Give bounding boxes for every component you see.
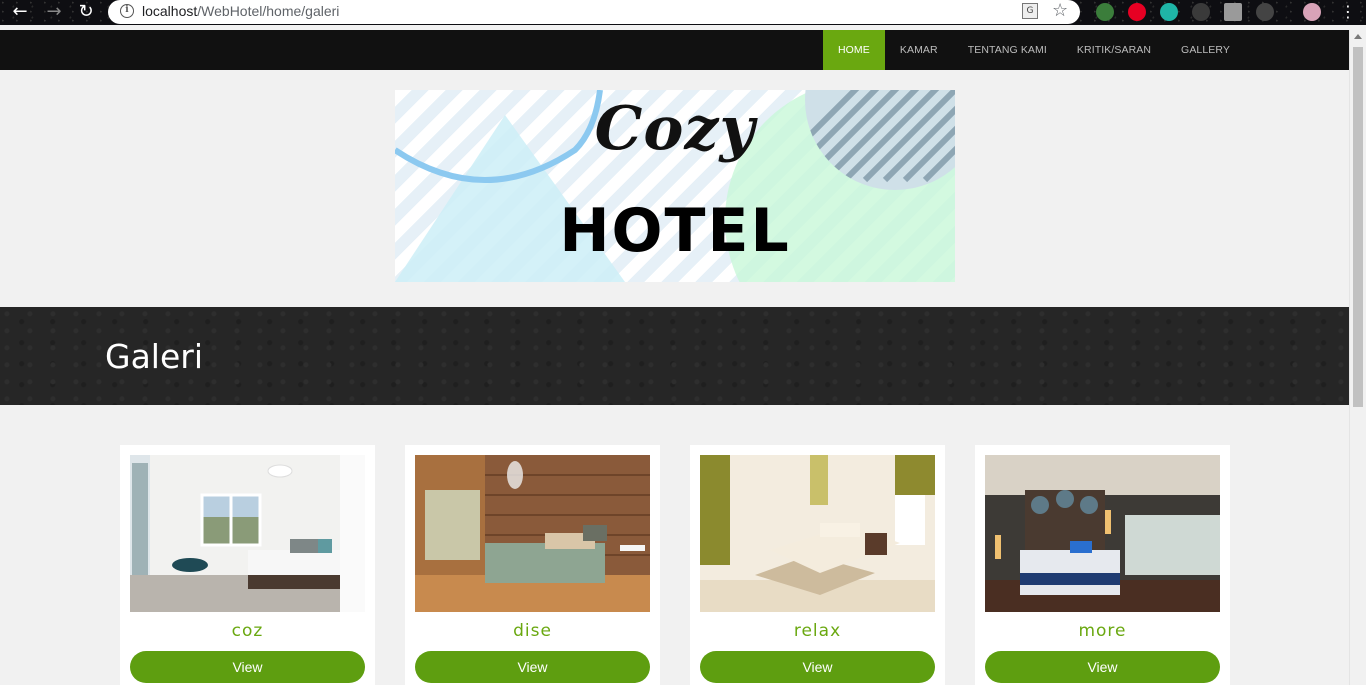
extension-m-icon[interactable]: [1160, 3, 1178, 21]
card-caption: relax: [793, 621, 842, 641]
view-button[interactable]: View: [415, 651, 650, 683]
card-caption: coz: [231, 621, 264, 641]
nav-tentang-kami[interactable]: TENTANG KAMI: [953, 30, 1062, 70]
scrollbar-thumb[interactable]: [1353, 47, 1363, 407]
back-icon[interactable]: ←: [8, 1, 32, 23]
gallery-card: more View: [975, 445, 1230, 685]
extension-settings-icon[interactable]: [1256, 3, 1274, 21]
url-host: localhost: [142, 3, 198, 19]
hotel-logo: Cozy HOTEL: [395, 90, 955, 282]
info-icon[interactable]: i: [120, 4, 134, 18]
browser-toolbar: ← → ↻ i localhost/WebHotel/home/galeri G…: [0, 0, 1366, 25]
gallery-card: coz View: [120, 445, 375, 685]
extension-gear-icon[interactable]: [1192, 3, 1210, 21]
view-button[interactable]: View: [985, 651, 1220, 683]
logo-cozy-text: Cozy: [594, 94, 756, 164]
logo-hotel-text: HOTEL: [559, 196, 791, 266]
view-button[interactable]: View: [130, 651, 365, 683]
extension-v-icon[interactable]: [1224, 3, 1242, 21]
reload-icon[interactable]: ↻: [74, 1, 98, 23]
nav-kamar[interactable]: KAMAR: [885, 30, 953, 70]
bookmark-star-icon[interactable]: ☆: [1052, 0, 1068, 22]
scroll-up-icon[interactable]: [1354, 34, 1362, 39]
extension-earth-icon[interactable]: [1096, 3, 1114, 21]
nav-gallery[interactable]: GALLERY: [1166, 30, 1245, 70]
card-caption: more: [1078, 621, 1127, 641]
browser-menu-icon[interactable]: ⋮: [1340, 2, 1356, 22]
view-button[interactable]: View: [700, 651, 935, 683]
profile-avatar[interactable]: [1303, 3, 1321, 21]
nav-home[interactable]: HOME: [822, 30, 885, 70]
page-title: Galeri: [105, 337, 204, 376]
page-header-banner: Galeri: [0, 307, 1349, 405]
translate-icon[interactable]: G: [1022, 3, 1038, 19]
card-caption: dise: [513, 621, 552, 641]
room-photo: [130, 455, 365, 612]
page-scrollbar[interactable]: [1349, 30, 1366, 685]
forward-icon[interactable]: →: [42, 1, 66, 23]
url-text[interactable]: localhost/WebHotel/home/galeri: [142, 3, 339, 19]
main-menu: HOME KAMAR TENTANG KAMI KRITIK/SARAN GAL…: [822, 30, 1245, 70]
room-photo: [985, 455, 1220, 612]
gallery-card: relax View: [690, 445, 945, 685]
nav-kritik-saran[interactable]: KRITIK/SARAN: [1062, 30, 1166, 70]
room-photo: [700, 455, 935, 612]
address-bar[interactable]: i localhost/WebHotel/home/galeri G ☆: [108, 0, 1080, 24]
pinterest-icon[interactable]: [1128, 3, 1146, 21]
room-photo: [415, 455, 650, 612]
url-path: /WebHotel/home/galeri: [197, 3, 340, 19]
gallery-card: dise View: [405, 445, 660, 685]
site-navbar: HOME KAMAR TENTANG KAMI KRITIK/SARAN GAL…: [0, 30, 1349, 70]
